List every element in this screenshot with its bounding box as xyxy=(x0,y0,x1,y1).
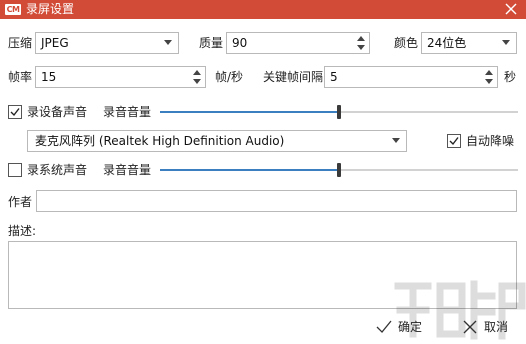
quality-value: 90 xyxy=(232,36,248,50)
spin-up-icon[interactable] xyxy=(193,70,201,75)
fps-spin-buttons[interactable] xyxy=(192,68,202,86)
spin-down-icon[interactable] xyxy=(357,45,365,50)
fps-value: 15 xyxy=(41,70,57,84)
system-volume-label: 录音音量 xyxy=(103,163,152,177)
chevron-down-icon xyxy=(392,138,400,143)
slider-fill xyxy=(160,169,339,171)
color-depth-value: 24位色 xyxy=(427,36,467,50)
color-depth-select[interactable]: 24位色 xyxy=(421,32,517,54)
noise-reduction-checkbox[interactable] xyxy=(447,134,461,148)
checkmark-icon xyxy=(10,108,20,117)
window-title: 录屏设置 xyxy=(26,2,75,16)
fps-unit: 帧/秒 xyxy=(215,70,244,84)
spin-up-icon[interactable] xyxy=(485,70,493,75)
system-volume-slider[interactable] xyxy=(160,163,518,177)
keyframe-spin-buttons[interactable] xyxy=(484,68,494,86)
ok-button[interactable]: 确定 xyxy=(376,317,428,337)
compress-label: 压缩 xyxy=(8,36,33,50)
cancel-label: 取消 xyxy=(484,320,509,334)
title-bar[interactable]: CM 录屏设置 xyxy=(0,0,526,19)
close-icon xyxy=(463,320,477,334)
compress-value: JPEG xyxy=(41,36,69,50)
record-device-audio-checkbox[interactable] xyxy=(8,105,22,119)
color-label: 颜色 xyxy=(394,36,419,50)
quality-label: 质量 xyxy=(199,36,224,50)
quality-spin-buttons[interactable] xyxy=(356,34,366,52)
chevron-down-icon xyxy=(502,40,510,45)
keyframe-interval-label: 关键帧间隔 xyxy=(263,70,324,84)
spin-down-icon[interactable] xyxy=(193,79,201,84)
recording-settings-dialog: CM 录屏设置 压缩 JPEG 质量 90 颜色 24位色 帧率 15 帧/秒 … xyxy=(0,0,526,344)
compress-select[interactable]: JPEG xyxy=(35,32,179,54)
author-input[interactable] xyxy=(36,190,517,212)
keyframe-interval-value: 5 xyxy=(330,70,338,84)
keyframe-interval-stepper[interactable]: 5 xyxy=(324,66,498,88)
record-system-audio-checkbox[interactable] xyxy=(8,163,22,177)
record-system-audio-label[interactable]: 录系统声音 xyxy=(27,161,87,179)
slider-fill xyxy=(160,111,339,113)
chevron-down-icon xyxy=(164,40,172,45)
quality-stepper[interactable]: 90 xyxy=(226,32,370,54)
keyframe-unit: 秒 xyxy=(504,70,517,84)
audio-device-value: 麦克风阵列 (Realtek High Definition Audio) xyxy=(35,134,285,148)
device-volume-label: 录音音量 xyxy=(103,105,152,119)
audio-device-select[interactable]: 麦克风阵列 (Realtek High Definition Audio) xyxy=(27,130,407,152)
cancel-button[interactable]: 取消 xyxy=(462,317,514,337)
slider-thumb[interactable] xyxy=(337,163,341,177)
slider-thumb[interactable] xyxy=(337,105,341,119)
description-label: 描述: xyxy=(8,224,37,238)
fps-stepper[interactable]: 15 xyxy=(35,66,206,88)
app-logo-icon: CM xyxy=(5,4,21,15)
close-button[interactable] xyxy=(502,1,520,18)
ok-label: 确定 xyxy=(398,320,423,334)
author-label: 作者 xyxy=(8,195,33,209)
spin-up-icon[interactable] xyxy=(357,36,365,41)
check-icon xyxy=(376,320,392,333)
noise-reduction-label[interactable]: 自动降噪 xyxy=(466,132,514,150)
spin-down-icon[interactable] xyxy=(485,79,493,84)
device-volume-slider[interactable] xyxy=(160,105,518,119)
checkmark-icon xyxy=(449,137,459,146)
fps-label: 帧率 xyxy=(8,70,33,84)
record-device-audio-label[interactable]: 录设备声音 xyxy=(27,103,87,121)
close-icon xyxy=(505,3,517,15)
